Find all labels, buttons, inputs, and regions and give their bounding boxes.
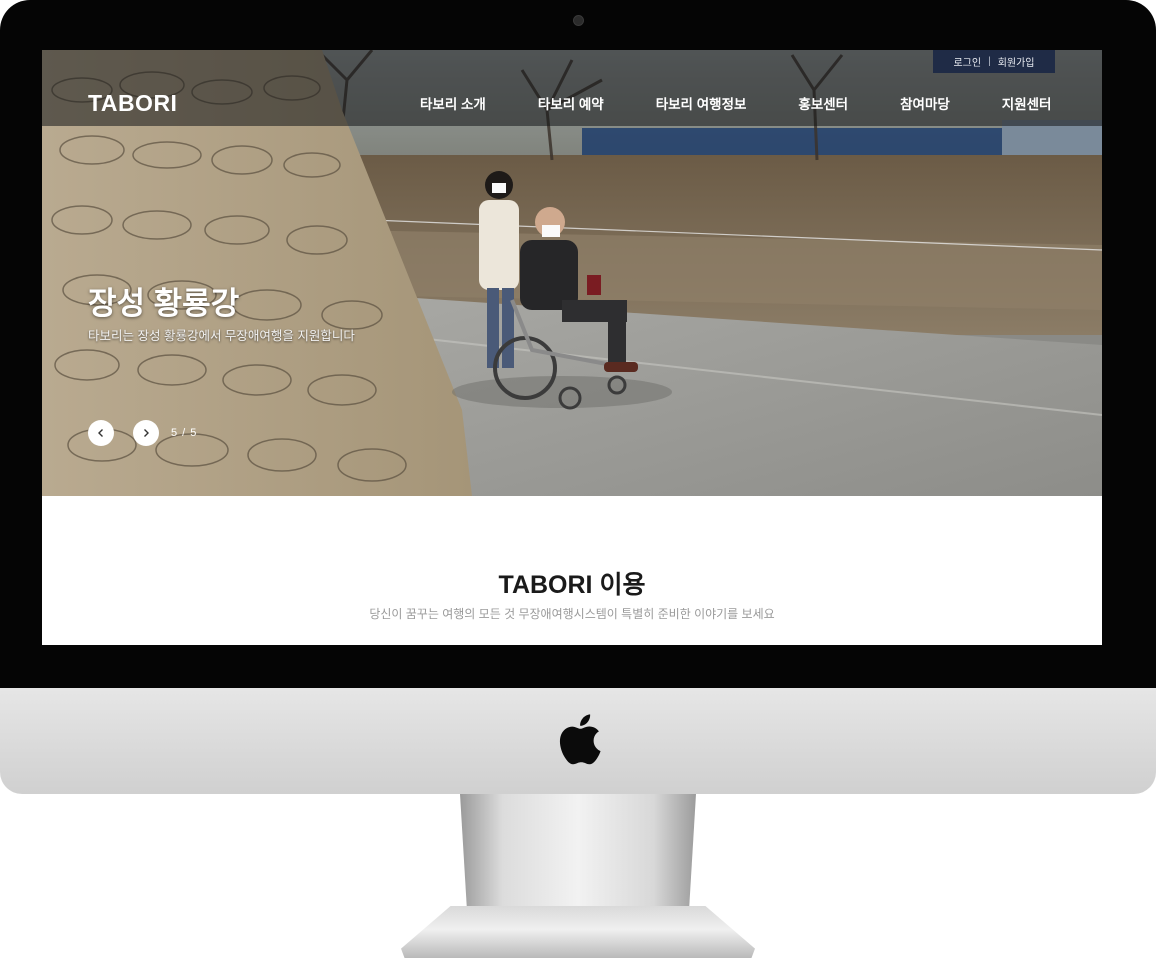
slider-next-button[interactable] bbox=[133, 420, 159, 446]
signup-link[interactable]: 회원가입 bbox=[998, 54, 1035, 69]
util-links: 로그인 | 회원가입 bbox=[933, 50, 1055, 73]
main-nav: 타보리 소개 타보리 예약 타보리 여행정보 홍보센터 참여마당 지원센터 bbox=[420, 93, 1051, 113]
util-separator: | bbox=[988, 56, 991, 67]
monitor-stand bbox=[460, 794, 696, 912]
chevron-right-icon bbox=[144, 429, 149, 437]
slider-prev-button[interactable] bbox=[88, 420, 114, 446]
monitor-chin bbox=[0, 688, 1156, 794]
hero-description: 타보리는 장성 황룡강에서 무장애여행을 지원합니다 bbox=[88, 329, 355, 343]
website-screen: 로그인 | 회원가입 TABORI 타보리 소개 타보리 예약 타보리 여행정보… bbox=[42, 50, 1102, 645]
nav-item-support[interactable]: 지원센터 bbox=[1002, 93, 1052, 113]
nav-item-travel-info[interactable]: 타보리 여행정보 bbox=[656, 93, 747, 113]
chevron-left-icon bbox=[98, 429, 103, 437]
nav-item-reservation[interactable]: 타보리 예약 bbox=[538, 93, 604, 113]
hero-banner: 로그인 | 회원가입 TABORI 타보리 소개 타보리 예약 타보리 여행정보… bbox=[42, 50, 1102, 496]
apple-logo-icon bbox=[559, 714, 601, 765]
nav-item-community[interactable]: 참여마당 bbox=[900, 93, 950, 113]
login-link[interactable]: 로그인 bbox=[953, 54, 981, 69]
slider-counter: 5 / 5 bbox=[171, 427, 198, 439]
hero-title: 장성 황룡강 bbox=[88, 286, 240, 321]
section-title: TABORI 이용 bbox=[498, 571, 646, 599]
camera-icon bbox=[573, 15, 584, 26]
nav-item-about[interactable]: 타보리 소개 bbox=[420, 93, 486, 113]
nav-item-promotion[interactable]: 홍보센터 bbox=[798, 93, 848, 113]
monitor-stand-base bbox=[401, 906, 755, 958]
site-logo[interactable]: TABORI bbox=[88, 90, 177, 117]
section-subtitle: 당신이 꿈꾸는 여행의 모든 것 무장애여행시스템이 특별히 준비한 이야기를 … bbox=[369, 607, 775, 621]
